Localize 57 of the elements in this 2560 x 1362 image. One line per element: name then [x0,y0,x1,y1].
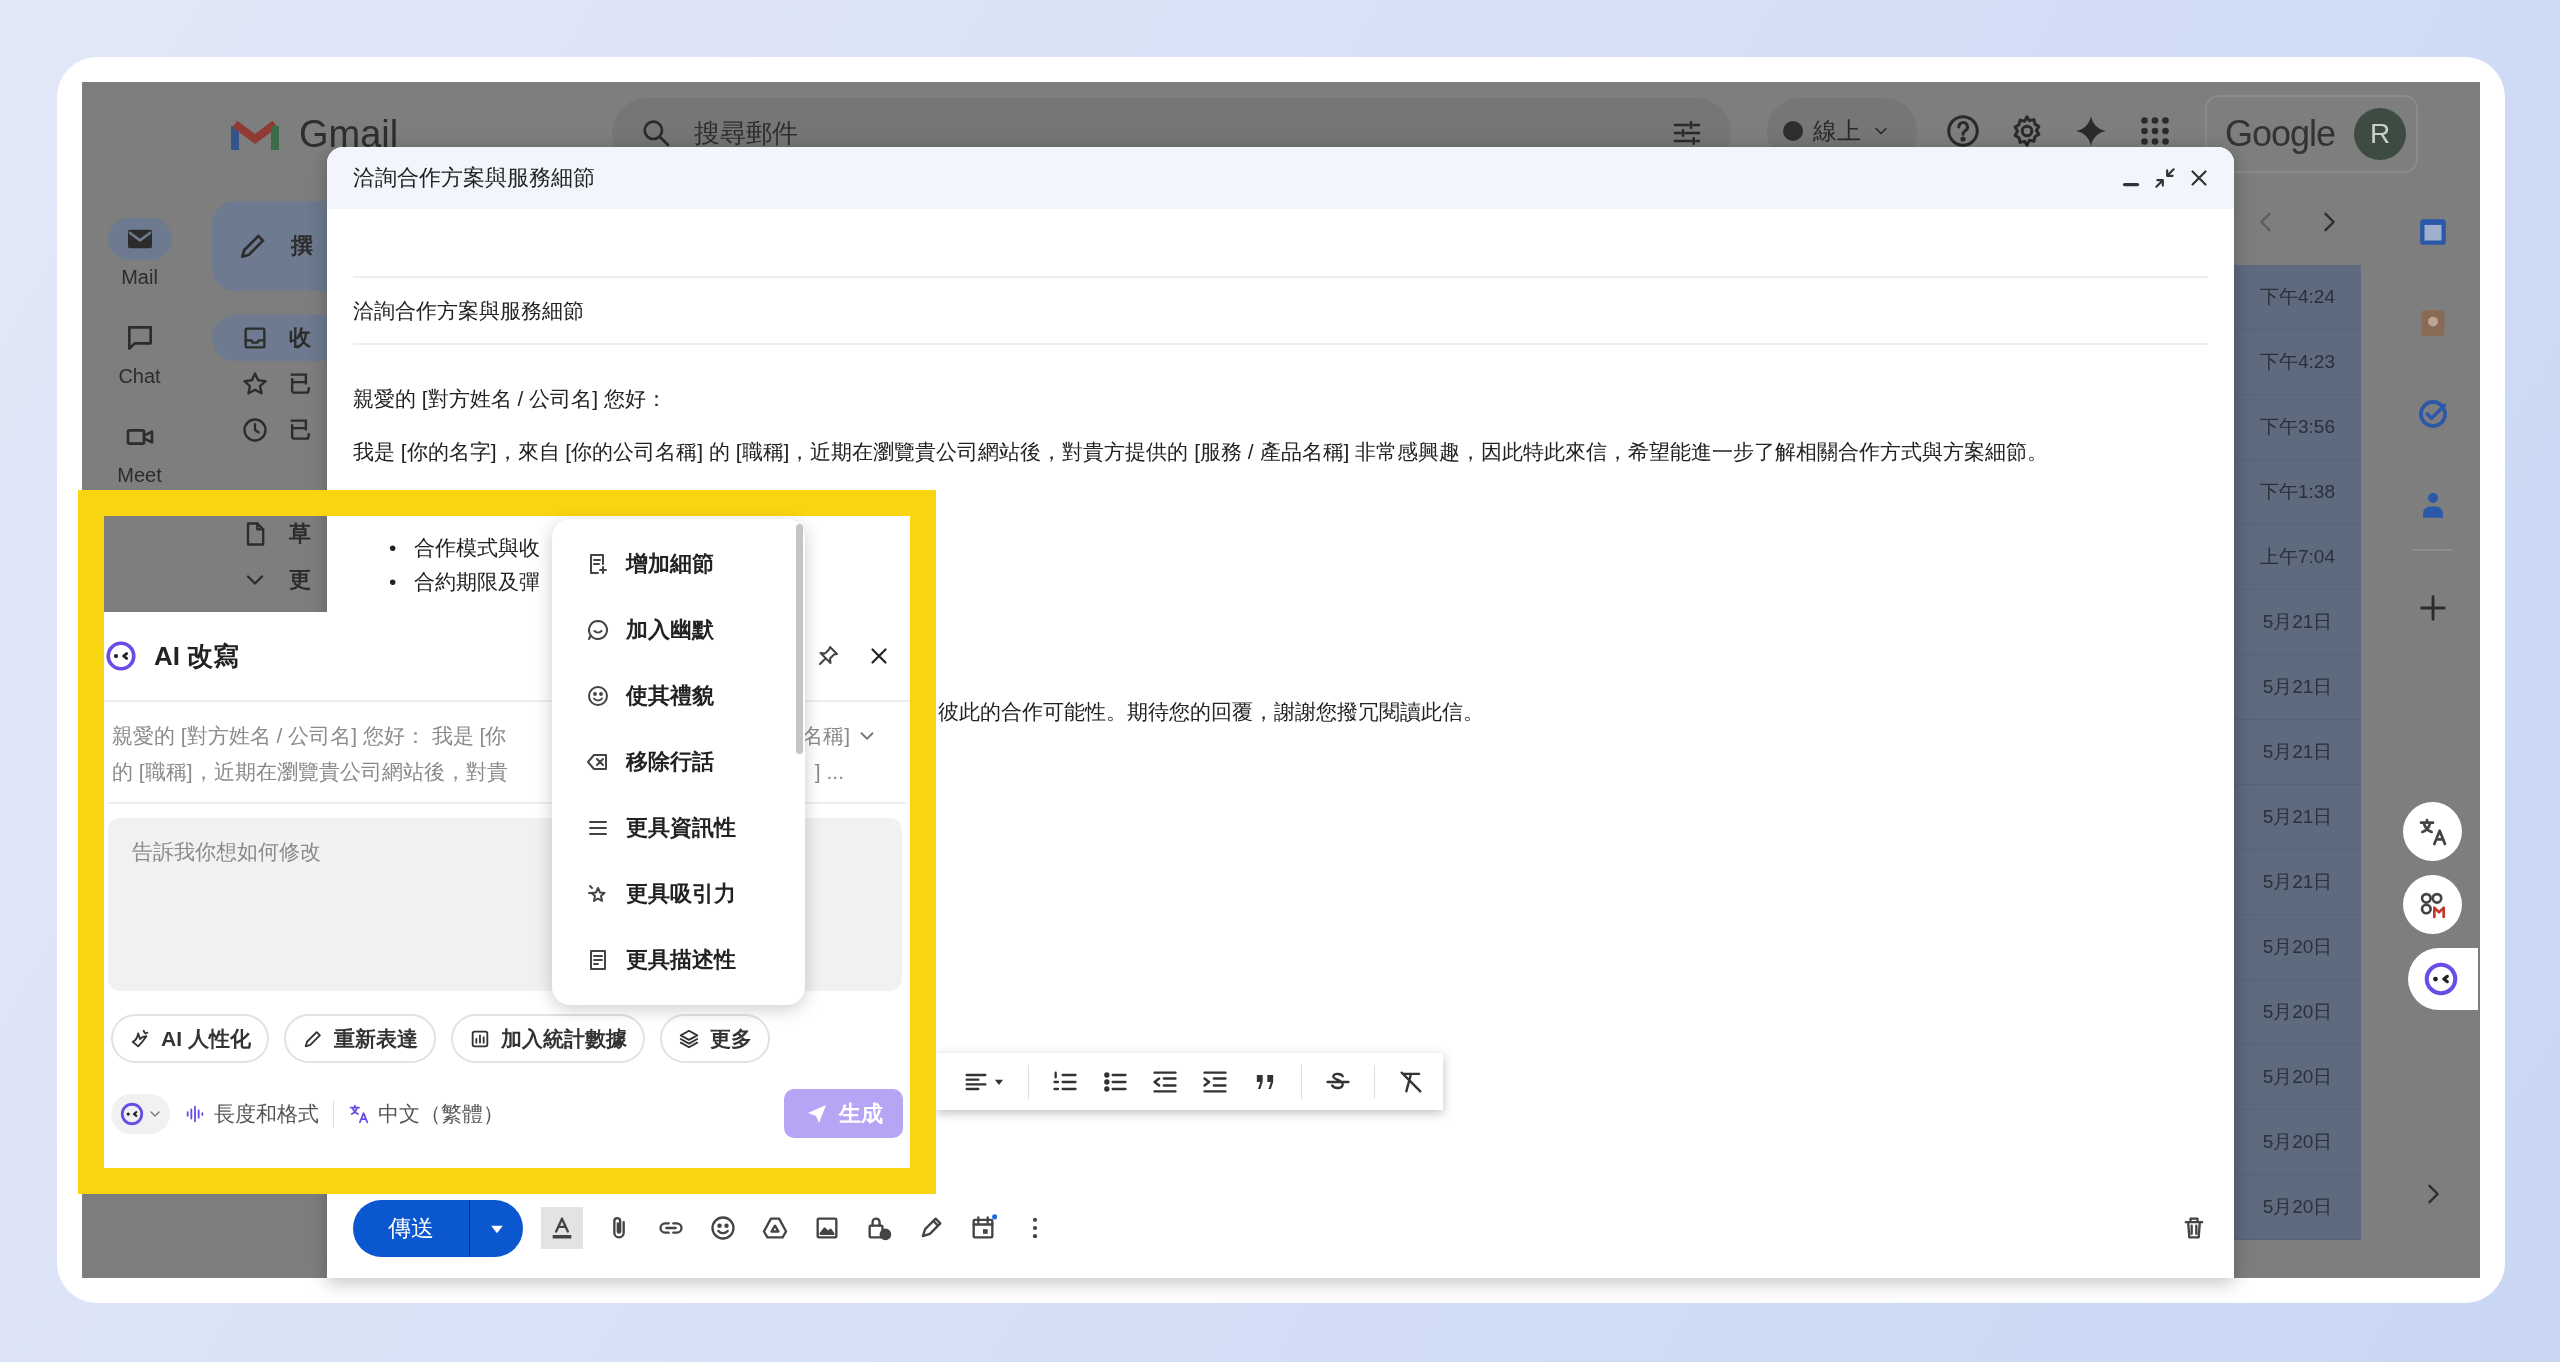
rail-button[interactable] [107,218,172,260]
star-icon [241,370,269,398]
model-selector[interactable] [111,1093,170,1134]
nav-label: 已 [289,370,311,398]
length-format-button[interactable]: 長度和格式 [170,1099,333,1128]
bullet-item: • 合約期限及彈 [389,569,540,595]
nav-label: 更 [289,566,311,594]
clock-icon [241,416,269,444]
compose-label: 撰 [291,232,313,260]
smile-bubble-icon [586,618,610,642]
panel-title: AI 改寫 [154,639,241,673]
body-text: 親愛的 [對方姓名 / 公司名] 您好： [353,386,668,412]
send-button[interactable]: 傳送 [353,1200,470,1257]
sparkle-hand-icon [129,1027,151,1050]
pin-icon[interactable] [816,644,840,668]
assistant-tab[interactable] [2407,948,2478,1010]
preview-text: 親愛的 [對方姓名 / 公司名] 您好： 我是 [你 [112,723,507,749]
menu-item[interactable]: 移除行話 [552,729,805,795]
face-icon [104,639,138,673]
face-icon [118,1100,145,1127]
menu-item[interactable]: 加入幽默 [552,597,805,663]
suggestion-chip[interactable]: 加入統計數據 [450,1014,645,1063]
nav-label: 草 [289,520,311,548]
body-text: 我是 [你的名字]，來自 [你的公司名稱] 的 [職稱]，近期在瀏覽貴公司網站後，對貴方提供的 [服務 / 產品名稱] 非常感興趣，因此特此來信，希望能進一步了解相關合作方式與方案細節。 [353,439,2050,465]
language-button[interactable]: 中文（繁體） [334,1099,518,1128]
exit-fullscreen-icon[interactable] [2152,165,2178,191]
menu-item[interactable]: 更具吸引力 [552,861,805,927]
rail-label: Mail [121,266,158,289]
bullet-item: • 合作模式與收 [389,535,540,561]
text-format-button[interactable] [541,1207,583,1249]
emoji-icon[interactable] [709,1214,737,1242]
suggestion-chip[interactable]: 更多 [659,1014,770,1063]
search-icon [640,117,672,149]
subject-field[interactable]: 洽詢合作方案與服務細節 [353,296,584,325]
brand-name: Google [2225,113,2336,155]
nav-label: 收 [289,324,311,352]
menu-item[interactable]: 增加細節 [552,531,805,597]
suggestion-chip[interactable]: 重新表達 [283,1014,436,1063]
translate-icon [348,1102,370,1125]
layers-icon [677,1027,700,1050]
rail-label: Chat [118,365,161,388]
help-icon[interactable] [1945,113,1981,149]
rail-label: Meet [117,464,162,487]
suggestion-chip[interactable]: AI 人性化 [111,1014,269,1063]
send-options-button[interactable] [470,1200,523,1257]
avatar[interactable]: R [2354,108,2406,160]
menu-item[interactable]: 使其禮貌 [552,663,805,729]
preview-text: 名稱] [802,723,850,749]
nav-label: 已 [289,416,311,444]
window-title: 洽詢合作方案與服務細節 [353,164,596,192]
search-input[interactable]: 搜尋郵件 [692,116,1651,150]
scrollbar[interactable] [796,524,803,754]
app-name: Gmail [299,112,399,156]
smile-icon [586,684,610,708]
menu-item[interactable]: 更具描述性 [552,927,805,993]
preview-text: ] ... [814,760,844,784]
preview-text: 的 [職稱]，近期在瀏覽貴公司網站後，對貴 [112,759,508,785]
